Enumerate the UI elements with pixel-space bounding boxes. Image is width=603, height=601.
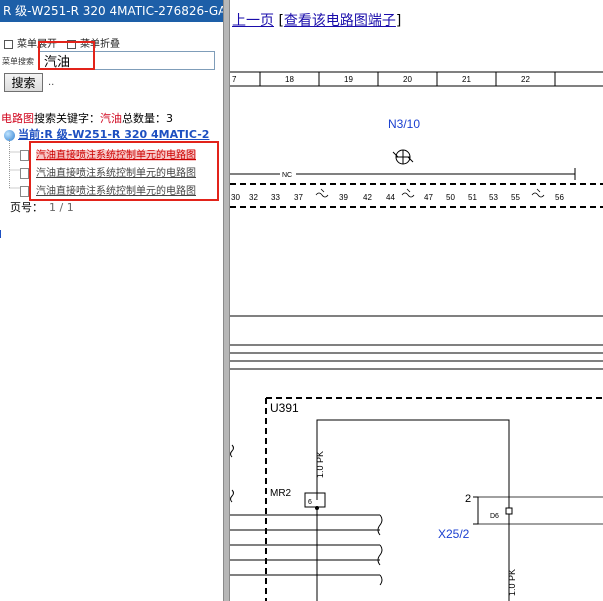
pin-33: 33	[271, 193, 280, 202]
result-category: 电路图	[1, 112, 34, 125]
menu-expand-label: 菜单展开	[17, 39, 57, 50]
pin-37: 37	[294, 193, 303, 202]
page-label: 页号：	[10, 201, 43, 214]
document-icon	[20, 167, 29, 179]
mr2-pin-label: 6	[308, 499, 312, 506]
keyword-label: 搜索关键字：	[34, 112, 100, 125]
panel-splitter[interactable]	[223, 0, 230, 601]
pin-39: 39	[339, 193, 348, 202]
pin-32: 32	[249, 193, 258, 202]
keyword-value: 汽油	[100, 112, 122, 125]
total-value: 3	[166, 112, 173, 125]
wire-label-1: 1.0 PK	[315, 451, 325, 478]
pin-47: 47	[424, 193, 433, 202]
pin-2-label: 2	[465, 493, 471, 505]
component-label-x25-2: X25/2	[438, 527, 470, 541]
menu-toggle-row: 菜单展开 菜单折叠	[4, 35, 130, 50]
pin-55: 55	[511, 193, 520, 202]
sensor-symbol-icon	[392, 149, 414, 165]
wire-pk-main	[316, 419, 510, 512]
document-icon	[20, 185, 29, 197]
tree-item-label: 汽油直接喷注系统控制单元的电路图	[36, 186, 196, 197]
pin-d6-label: D6	[490, 513, 499, 520]
grid-number-5: 21	[462, 75, 471, 84]
tree-item-label: 汽油直接喷注系统控制单元的电路图	[36, 150, 196, 161]
expand-icon	[4, 39, 13, 49]
left-edge-fragments	[230, 444, 383, 586]
grid-number-4: 20	[403, 75, 412, 84]
connector-label-mr2: MR2	[270, 488, 292, 499]
right-panel: 上一页 [查看该电路图端子] 7 18 19 20 21 22 N3/10 NC	[230, 0, 603, 601]
menu-collapse-button[interactable]: 菜单折叠	[67, 39, 120, 50]
pin-51: 51	[468, 193, 477, 202]
pin-53: 53	[489, 193, 498, 202]
pin-56: 56	[555, 193, 564, 202]
wire-label-2: 1.0 PK	[507, 569, 517, 596]
search-dots: ..	[48, 77, 55, 88]
grid-number-6: 22	[521, 75, 530, 84]
total-label: 总数量：	[122, 112, 166, 125]
grid-number-2: 18	[285, 75, 294, 84]
menu-collapse-label: 菜单折叠	[80, 39, 120, 50]
window-title: R 级-W251-R 320 4MATIC-276826-GA	[0, 0, 223, 22]
link-fragment	[0, 230, 3, 238]
tree-item-2[interactable]: 汽油直接喷注系统控制单元的电路图	[20, 164, 196, 179]
search-label: 菜单搜索	[2, 57, 34, 66]
pin-50: 50	[446, 193, 455, 202]
left-panel: R 级-W251-R 320 4MATIC-276826-GA 菜单展开 菜单折叠…	[0, 0, 223, 601]
document-icon	[20, 149, 29, 161]
search-button[interactable]: 搜索	[4, 73, 43, 92]
component-label-u391: U391	[270, 401, 299, 415]
grid-number-1: 7	[232, 75, 237, 84]
search-input[interactable]	[39, 51, 215, 70]
pin-42: 42	[363, 193, 372, 202]
circuit-diagram: 7 18 19 20 21 22 N3/10 NC 30 32 33 37 39…	[230, 71, 603, 601]
tree-root-label: 当前:R 级-W251-R 320 4MATIC-2	[18, 128, 210, 141]
component-label-n3-10: N3/10	[388, 117, 420, 131]
pin-44: 44	[386, 193, 395, 202]
grid-number-3: 19	[344, 75, 353, 84]
tree-root[interactable]: 当前:R 级-W251-R 320 4MATIC-2	[4, 126, 209, 142]
tree-item-label: 汽油直接喷注系统控制单元的电路图	[36, 168, 196, 179]
collapse-icon	[67, 39, 76, 49]
x25-bracket	[473, 496, 479, 525]
pin-30: 30	[231, 193, 240, 202]
search-result-summary: 电路图搜索关键字：汽油总数量：3	[1, 110, 173, 126]
nc-label: NC	[282, 172, 292, 179]
menu-expand-button[interactable]: 菜单展开	[4, 39, 57, 50]
page-value: 1 / 1	[49, 201, 74, 214]
pin-labels: 30 32 33 37 39 42 44 47 50 51 53 55 56	[231, 193, 564, 202]
tree-item-1[interactable]: 汽油直接喷注系统控制单元的电路图	[20, 146, 196, 161]
d6-terminal	[505, 507, 513, 515]
tree-item-3[interactable]: 汽油直接喷注系统控制单元的电路图	[20, 182, 196, 197]
pagination: 页号： 1 / 1	[10, 199, 74, 215]
